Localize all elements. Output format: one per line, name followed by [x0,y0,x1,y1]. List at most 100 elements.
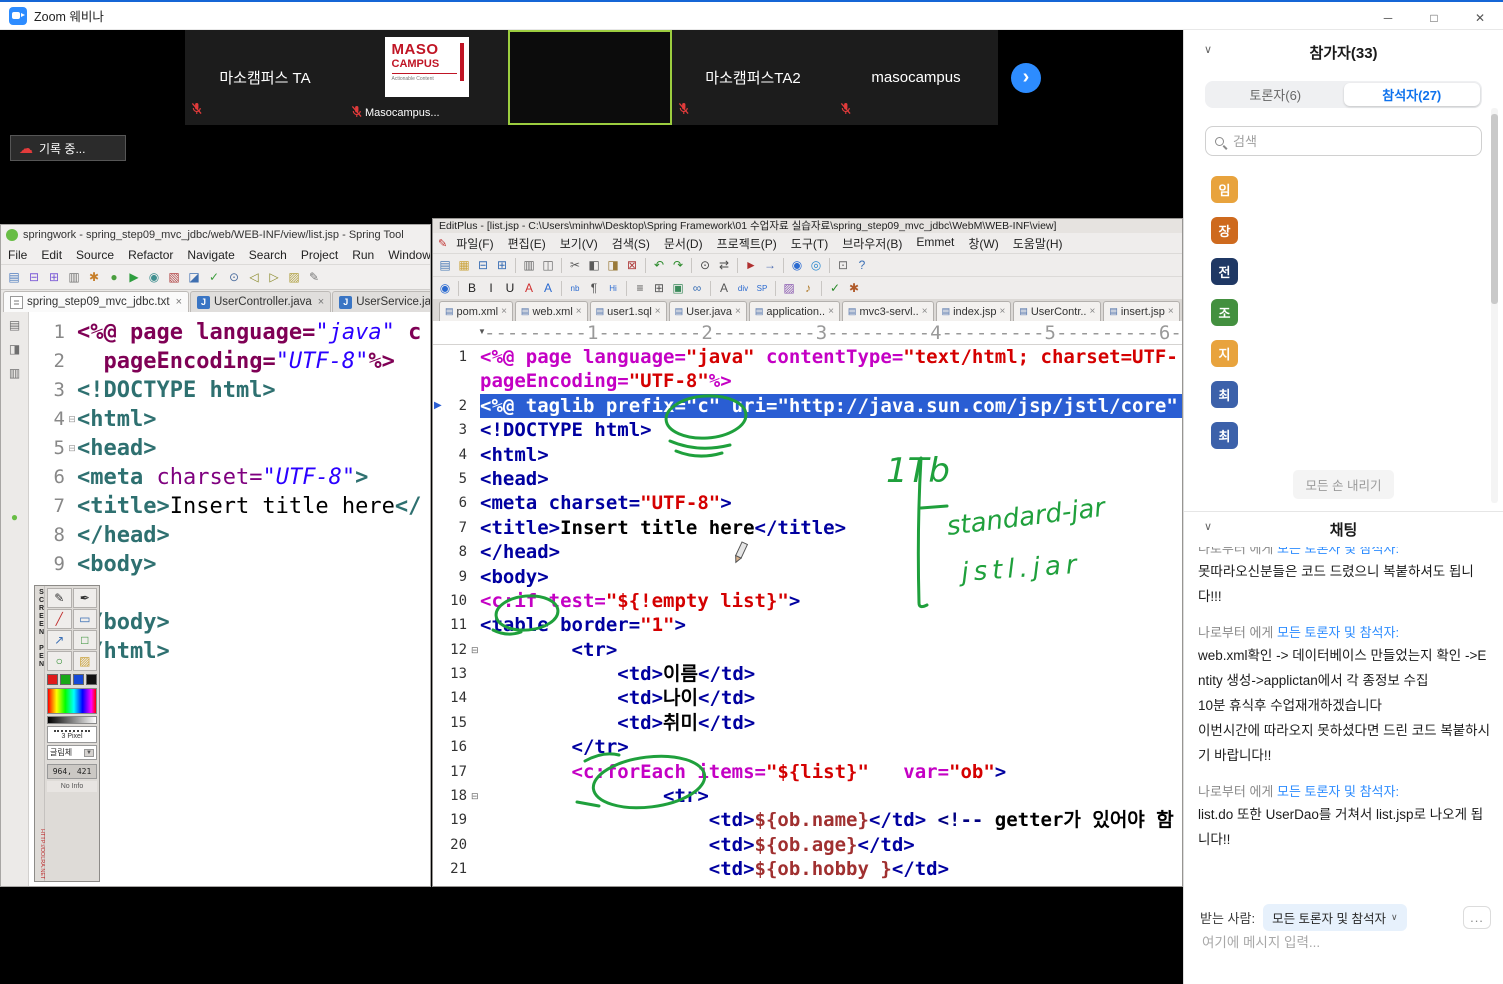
editor-tab[interactable]: JUserController.java× [190,291,331,312]
editplus-code[interactable]: 1<%@ page language="java" contentType="t… [433,345,1182,886]
ftp-icon[interactable]: ◉ [788,256,806,274]
image-icon[interactable]: ▣ [669,279,687,297]
editplus-menu-w[interactable]: 창(W) [961,235,1005,252]
build-icon[interactable]: ✱ [85,268,103,286]
participant-row[interactable]: 전 [1211,251,1238,292]
junit-icon[interactable]: ✓ [205,268,223,286]
forward-icon[interactable]: ▷ [265,268,283,286]
browser-icon[interactable]: ◉ [436,279,454,297]
chat-message-input[interactable] [1200,934,1491,951]
editplus-menu-b[interactable]: 브라우저(B) [835,235,909,252]
replace-icon[interactable]: ⇄ [715,256,733,274]
file-tab[interactable]: ▤insert.jsp× [1103,301,1179,321]
collapse-participants-icon[interactable]: ∨ [1204,43,1212,56]
new-java-class-icon[interactable]: ◪ [185,268,203,286]
debug-icon[interactable]: ● [105,268,123,286]
video-tile[interactable] [508,30,672,125]
close-tab-icon[interactable]: × [1090,306,1096,317]
chat-more-button[interactable]: ... [1463,906,1491,929]
arrow-icon[interactable]: ↗ [47,630,72,650]
outline-icon[interactable]: ◨ [6,340,24,358]
search-icon[interactable]: ⊙ [225,268,243,286]
editplus-menu-h[interactable]: 도움말(H) [1006,235,1070,252]
close-tab-icon[interactable]: × [501,306,507,317]
print-preview-icon[interactable]: ◫ [539,256,557,274]
close-tab-icon[interactable]: × [655,306,661,317]
rectangle-icon[interactable]: □ [73,630,98,650]
minimize-button[interactable]: ─ [1365,4,1411,32]
editplus-menu-t[interactable]: 도구(T) [784,235,835,252]
line-icon[interactable]: ╱ [47,609,72,629]
anchor-icon[interactable]: A [715,279,733,297]
spring-boot-icon[interactable]: ● [6,508,24,526]
editplus-menu-s[interactable]: 검색(S) [605,235,657,252]
participant-row[interactable]: 지 [1211,333,1238,374]
chat-recipient-link[interactable]: 모든 토론자 및 참석자: [1277,784,1399,799]
file-tab[interactable]: ▤web.xml× [515,301,588,321]
maximize-button[interactable]: □ [1411,4,1457,32]
tab-panelists[interactable]: 토론자(6) [1207,83,1344,106]
file-tab[interactable]: ▤user1.sql× [590,301,667,321]
color-swatch[interactable] [86,674,97,685]
undo-icon[interactable]: ↶ [650,256,668,274]
tidy-icon[interactable]: ✱ [845,279,863,297]
participant-row[interactable]: 장 [1211,210,1238,251]
color-swatch[interactable] [60,674,71,685]
span-icon[interactable]: SP [753,279,771,297]
font-selector[interactable]: 글림체 ▼ [47,745,97,760]
heading-icon[interactable]: Hi [604,279,622,297]
open-file-icon[interactable]: ▦ [455,256,473,274]
eclipse-menu-refactor[interactable]: Refactor [121,248,180,262]
table-icon[interactable]: ⊞ [650,279,668,297]
save-icon[interactable]: ⊟ [25,268,43,286]
video-tile[interactable]: 마소캠퍼스TA2 [672,30,834,125]
font-color-icon[interactable]: A [520,279,538,297]
collapse-chat-icon[interactable]: ∨ [1204,520,1212,533]
close-tab-icon[interactable]: × [318,296,324,308]
video-tile[interactable]: masocampus [834,30,998,125]
participant-row[interactable]: 임 [1211,169,1238,210]
close-tab-icon[interactable]: × [735,306,741,317]
help-icon[interactable]: ? [853,256,871,274]
pen-width-selector[interactable]: 3 Pixel [47,726,97,743]
participant-row[interactable]: 최 [1211,374,1238,415]
run-icon[interactable]: ▶ [125,268,143,286]
underline-icon[interactable]: U [501,279,519,297]
save-icon[interactable]: ⊟ [474,256,492,274]
eclipse-menu-file[interactable]: File [1,248,34,262]
coverage-icon[interactable]: ▧ [165,268,183,286]
file-tab[interactable]: ▤User.java× [669,301,747,321]
validate-icon[interactable]: ✓ [826,279,844,297]
grayscale-picker[interactable] [47,716,97,724]
goto-icon[interactable]: → [761,256,779,274]
color-spectrum-picker[interactable] [47,688,97,714]
editor-tab[interactable]: JUserService.ja× [332,291,431,312]
ellipse-icon[interactable]: ○ [47,651,72,671]
next-page-button[interactable]: › [1011,63,1041,93]
profile-icon[interactable]: ◉ [145,268,163,286]
pencil-icon[interactable]: ✎ [47,588,72,608]
script-icon[interactable]: ▨ [780,279,798,297]
file-tab[interactable]: ▤index.jsp× [936,301,1012,321]
list-icon[interactable]: ≡ [631,279,649,297]
link-icon[interactable]: ∞ [688,279,706,297]
marker-icon[interactable]: ✒ [73,588,98,608]
close-tab-icon[interactable]: × [828,306,834,317]
eclipse-menu-edit[interactable]: Edit [34,248,69,262]
file-tab[interactable]: ▤mvc3-servl..× [842,301,934,321]
print-icon[interactable]: ▥ [520,256,538,274]
browser-view-icon[interactable]: ◎ [807,256,825,274]
nbsp-icon[interactable]: nb [566,279,584,297]
editplus-menu-v[interactable]: 보기(V) [553,235,605,252]
bookmark-icon[interactable]: ► [742,256,760,274]
file-tab[interactable]: ▤pom.xml× [439,301,513,321]
close-tab-icon[interactable]: × [576,306,582,317]
paste-icon[interactable]: ◨ [604,256,622,274]
media-icon[interactable]: ♪ [799,279,817,297]
participants-scrollbar[interactable] [1491,108,1498,503]
find-icon[interactable]: ⊙ [696,256,714,274]
delete-icon[interactable]: ⊠ [623,256,641,274]
lower-all-hands-button[interactable]: 모든 손 내리기 [1293,470,1395,499]
save-all-icon[interactable]: ⊞ [45,268,63,286]
views-icon[interactable]: ▤ [6,316,24,334]
